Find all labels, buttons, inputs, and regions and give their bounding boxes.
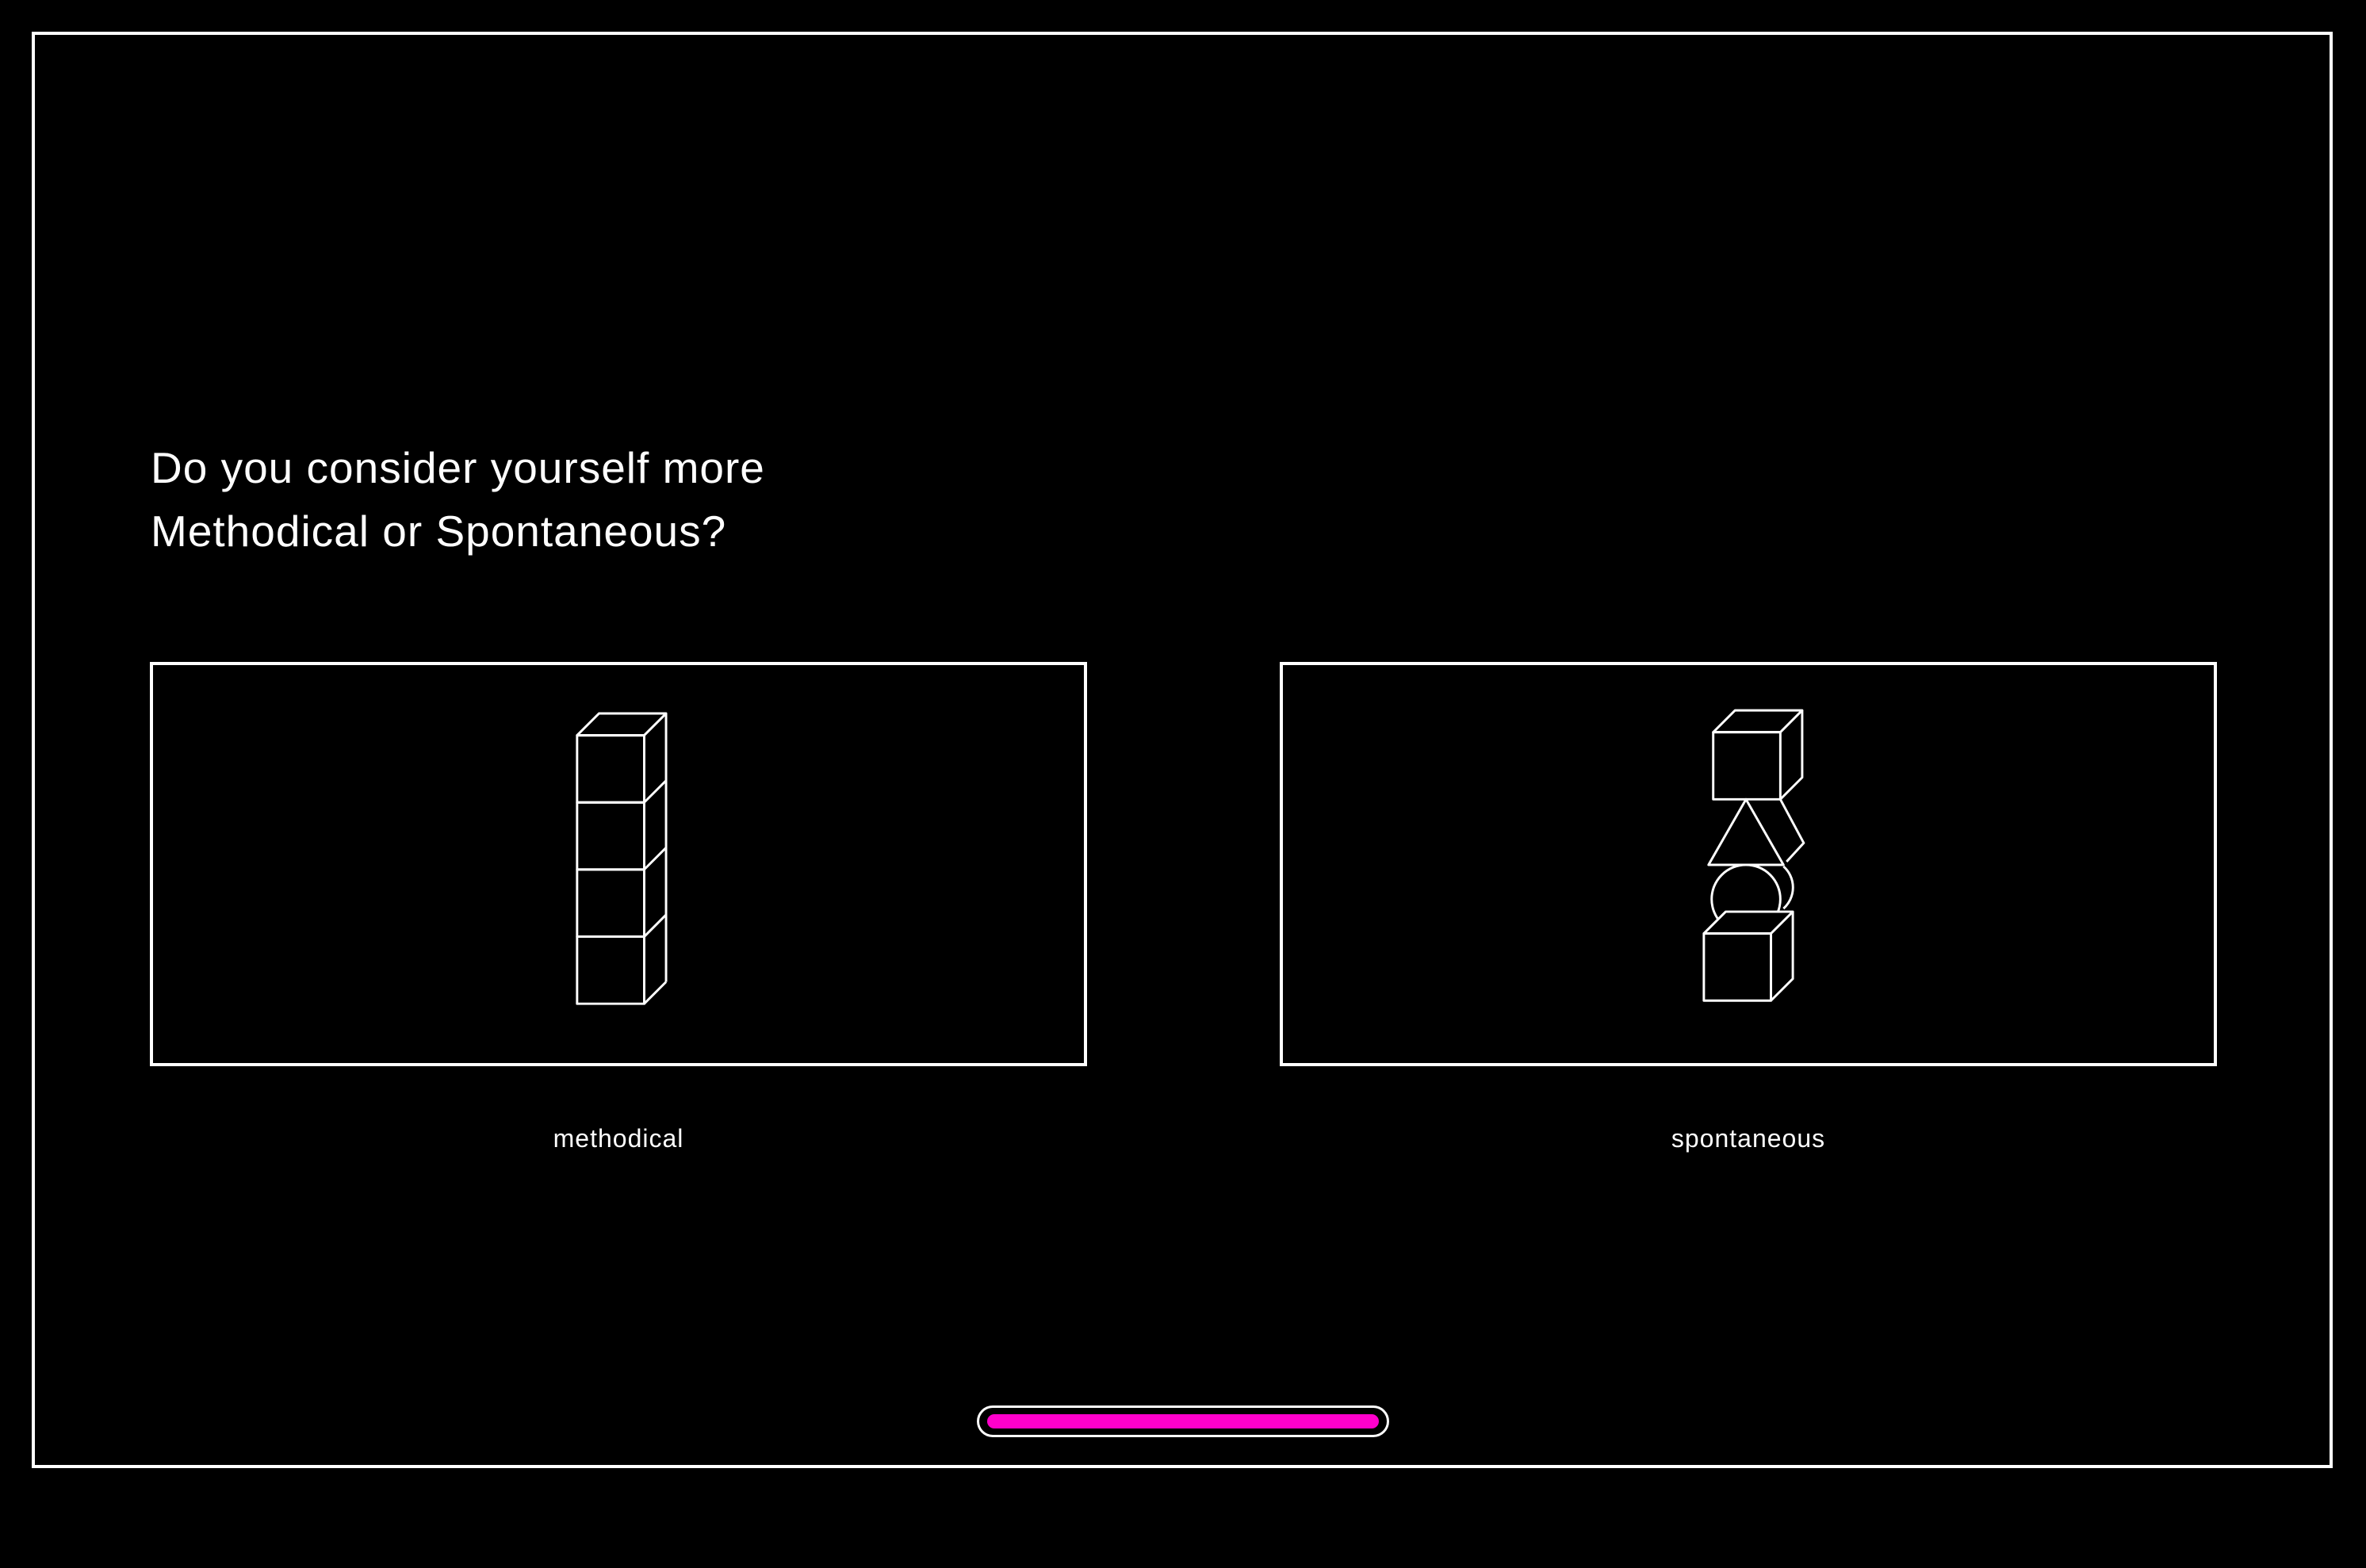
progress-bar-fill — [987, 1414, 1379, 1428]
option-spontaneous-card[interactable] — [1280, 662, 2217, 1066]
option-methodical-label[interactable]: methodical — [150, 1122, 1087, 1154]
stacked-cubes-icon — [576, 712, 668, 1005]
option-spontaneous-label[interactable]: spontaneous — [1280, 1122, 2217, 1154]
question-text: Do you consider yourself more Methodical… — [151, 436, 1023, 563]
stacked-mixed-shapes-icon — [1702, 709, 1805, 1002]
question-line-2: Methodical or Spontaneous? — [151, 507, 727, 556]
progress-bar — [977, 1405, 1389, 1437]
question-line-1: Do you consider yourself more — [151, 443, 765, 492]
option-methodical-card[interactable] — [150, 662, 1087, 1066]
